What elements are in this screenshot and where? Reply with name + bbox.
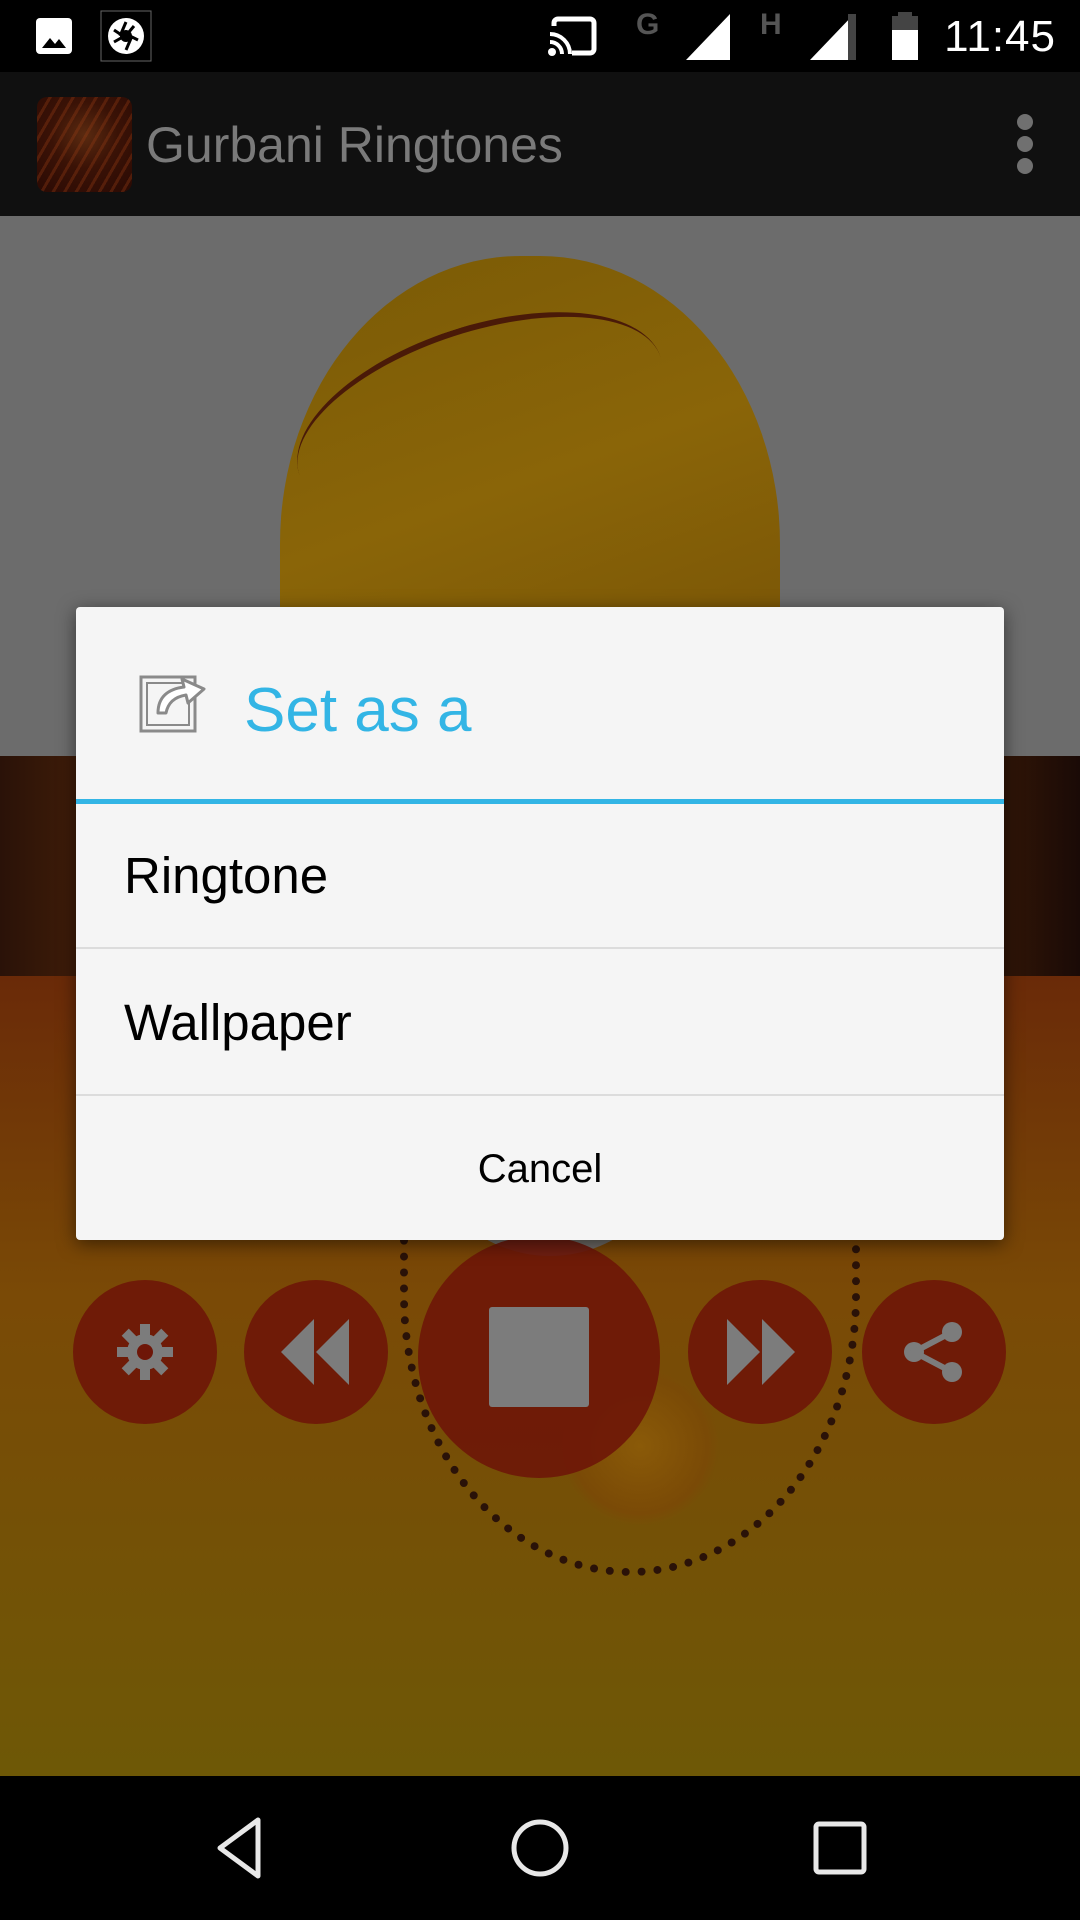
option-ringtone[interactable]: Ringtone: [76, 804, 1004, 949]
dialog-title: Set as a: [244, 676, 472, 745]
fast-forward-icon: [727, 1319, 795, 1385]
cast-icon: [548, 16, 597, 58]
recents-icon[interactable]: [804, 1812, 876, 1884]
share-icon: [904, 1322, 962, 1382]
signal-h-icon: [810, 14, 856, 60]
app-bar: Gurbani Ringtones: [0, 72, 1080, 216]
app-title: Gurbani Ringtones: [146, 117, 563, 173]
status-bar: G H 11:45: [0, 0, 1080, 72]
dialog-header: Set as a: [76, 607, 1004, 799]
signal-g-icon: [686, 14, 730, 60]
rewind-icon: [281, 1319, 349, 1385]
set-as-dialog: Set as a Ringtone Wallpaper Cancel: [76, 607, 1004, 1240]
stop-button[interactable]: [418, 1236, 660, 1478]
navigation-bar: [0, 1776, 1080, 1920]
app-logo: [37, 97, 132, 192]
share-arrow-icon: [139, 675, 206, 733]
more-vert-icon[interactable]: [1010, 114, 1040, 174]
option-wallpaper[interactable]: Wallpaper: [76, 951, 1004, 1096]
status-time: 11:45: [944, 12, 1056, 61]
cancel-button[interactable]: Cancel: [76, 1098, 1004, 1240]
signal-g-label: G: [636, 8, 660, 41]
gallery-notification-icon: [36, 18, 72, 54]
stop-icon: [489, 1307, 589, 1407]
settings-button[interactable]: [73, 1280, 217, 1424]
previous-button[interactable]: [244, 1280, 388, 1424]
gear-icon: [117, 1324, 173, 1380]
back-icon[interactable]: [206, 1812, 278, 1884]
share-button[interactable]: [862, 1280, 1006, 1424]
battery-icon: [892, 12, 918, 60]
next-button[interactable]: [688, 1280, 832, 1424]
home-icon[interactable]: [504, 1812, 576, 1884]
screenshot-notification-icon: [100, 10, 152, 62]
signal-h-label: H: [760, 8, 782, 41]
